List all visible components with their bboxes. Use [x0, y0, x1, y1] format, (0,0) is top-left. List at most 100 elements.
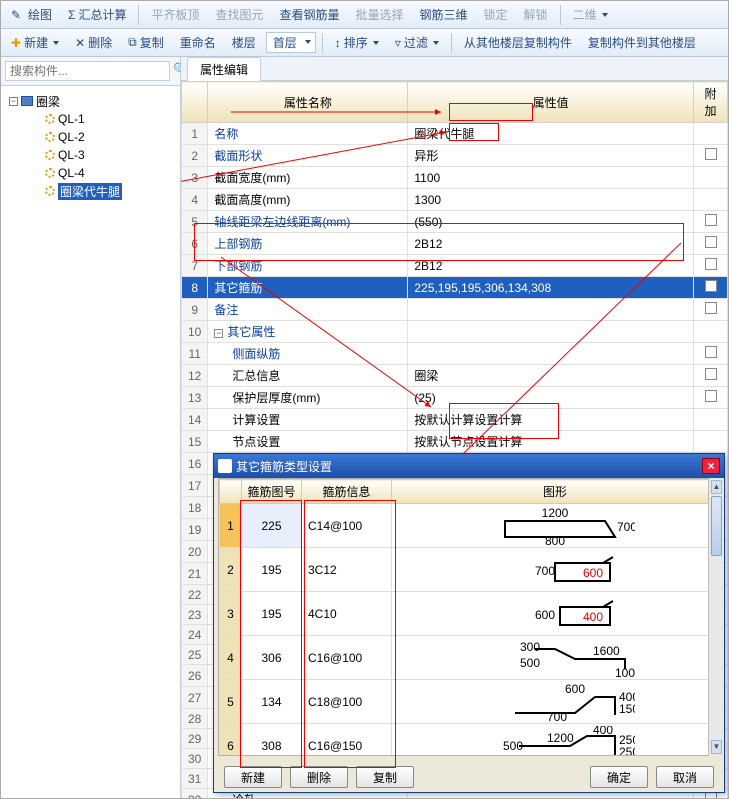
stirrup-info[interactable]: C18@100: [302, 680, 392, 724]
stirrup-no[interactable]: 195: [242, 548, 302, 592]
property-value[interactable]: 2B12: [408, 255, 694, 277]
stirrup-row[interactable]: 4306C16@1003005001600100: [220, 636, 719, 680]
dlg-delete-button[interactable]: 删除: [290, 766, 348, 788]
property-value[interactable]: (550): [408, 211, 694, 233]
close-icon[interactable]: ×: [702, 458, 720, 474]
property-add-checkbox[interactable]: [694, 233, 728, 255]
stirrup-no[interactable]: 195: [242, 592, 302, 636]
property-value[interactable]: 1100: [408, 167, 694, 189]
stirrup-info[interactable]: C16@150: [302, 724, 392, 757]
property-add-checkbox[interactable]: [694, 189, 728, 211]
batch-select-button[interactable]: 批量选择: [350, 4, 410, 25]
filter-button[interactable]: ▿过滤: [389, 32, 445, 53]
floor-select[interactable]: 首层: [266, 32, 316, 53]
property-add-checkbox[interactable]: [694, 299, 728, 321]
property-value[interactable]: 圈梁代牛腿: [408, 123, 694, 145]
property-value[interactable]: 2B12: [408, 233, 694, 255]
property-add-checkbox[interactable]: [694, 343, 728, 365]
stirrup-row[interactable]: 5134C18@100600400150700: [220, 680, 719, 724]
sum-button[interactable]: Σ 汇总计算: [62, 4, 132, 25]
align-button[interactable]: 平齐板顶: [145, 4, 205, 25]
tree-item[interactable]: QL-4: [5, 164, 176, 182]
property-add-checkbox[interactable]: [694, 167, 728, 189]
delete-button[interactable]: ✕删除: [69, 32, 118, 53]
property-value[interactable]: [408, 321, 694, 343]
property-value[interactable]: 225,195,195,306,134,308: [408, 277, 694, 299]
stirrup-no[interactable]: 225: [242, 504, 302, 548]
property-value[interactable]: [408, 343, 694, 365]
property-row[interactable]: 7下部钢筋2B12: [182, 255, 728, 277]
property-row[interactable]: 5轴线距梁左边线距离(mm)(550): [182, 211, 728, 233]
property-value[interactable]: 按默认节点设置计算: [408, 431, 694, 453]
property-row[interactable]: 1名称圈梁代牛腿: [182, 123, 728, 145]
stirrup-info[interactable]: 3C12: [302, 548, 392, 592]
stirrup-info[interactable]: C16@100: [302, 636, 392, 680]
rename-button[interactable]: 重命名: [174, 32, 222, 53]
stirrup-info[interactable]: C14@100: [302, 504, 392, 548]
stirrup-info[interactable]: 4C10: [302, 592, 392, 636]
stirrup-no[interactable]: 134: [242, 680, 302, 724]
dialog-scrollbar[interactable]: ▲ ▼: [708, 478, 724, 756]
scroll-down-icon[interactable]: ▼: [711, 740, 722, 754]
stirrup-row[interactable]: 1225C14@1001200700800: [220, 504, 719, 548]
tree-item[interactable]: 圈梁代牛腿: [5, 182, 176, 200]
property-add-checkbox[interactable]: [694, 211, 728, 233]
property-row[interactable]: 4截面高度(mm)1300: [182, 189, 728, 211]
copy-to-floor-button[interactable]: 复制构件到其他楼层: [582, 32, 702, 53]
stirrup-no[interactable]: 306: [242, 636, 302, 680]
stirrup-row[interactable]: 21953C12700600: [220, 548, 719, 592]
property-row[interactable]: 13保护层厚度(mm)(25): [182, 387, 728, 409]
unlock-button[interactable]: 解锁: [518, 4, 554, 25]
dlg-ok-button[interactable]: 确定: [590, 766, 648, 788]
property-add-checkbox[interactable]: [694, 277, 728, 299]
property-row[interactable]: 10−其它属性: [182, 321, 728, 343]
property-value[interactable]: (25): [408, 387, 694, 409]
2d-button[interactable]: 二维: [567, 4, 614, 25]
dialog-titlebar[interactable]: 其它箍筋类型设置 ×: [214, 454, 724, 478]
collapse-icon[interactable]: −: [9, 97, 18, 106]
copy-from-floor-button[interactable]: 从其他楼层复制构件: [458, 32, 578, 53]
property-add-checkbox[interactable]: [694, 387, 728, 409]
property-row[interactable]: 3截面宽度(mm)1100: [182, 167, 728, 189]
scroll-up-icon[interactable]: ▲: [711, 480, 722, 494]
dlg-cancel-button[interactable]: 取消: [656, 766, 714, 788]
property-row[interactable]: 12汇总信息圈梁: [182, 365, 728, 387]
property-add-checkbox[interactable]: [694, 123, 728, 145]
property-row[interactable]: 14计算设置按默认计算设置计算: [182, 409, 728, 431]
rebar-qty-button[interactable]: 查看钢筋量: [273, 4, 345, 25]
dlg-copy-button[interactable]: 复制: [356, 766, 414, 788]
property-add-checkbox[interactable]: [694, 431, 728, 453]
lock-button[interactable]: 锁定: [478, 4, 514, 25]
search-input[interactable]: [5, 61, 170, 81]
stirrup-row[interactable]: 31954C10600400: [220, 592, 719, 636]
property-row[interactable]: 11侧面纵筋: [182, 343, 728, 365]
rebar-3d-button[interactable]: 钢筋三维: [414, 4, 474, 25]
tab-properties[interactable]: 属性编辑: [187, 57, 261, 81]
tree-item[interactable]: QL-1: [5, 110, 176, 128]
property-add-checkbox[interactable]: [694, 365, 728, 387]
property-add-checkbox[interactable]: [694, 409, 728, 431]
scroll-thumb[interactable]: [711, 496, 722, 556]
tree-root[interactable]: − 圈梁: [5, 92, 176, 110]
copy-button[interactable]: ⧉复制: [122, 32, 170, 53]
dlg-new-button[interactable]: 新建: [224, 766, 282, 788]
stirrup-no[interactable]: 308: [242, 724, 302, 757]
property-add-checkbox[interactable]: [694, 145, 728, 167]
draw-button[interactable]: ✎绘图: [5, 4, 58, 25]
find-element-button[interactable]: 查找图元: [209, 4, 269, 25]
component-tree[interactable]: − 圈梁 QL-1QL-2QL-3QL-4圈梁代牛腿: [1, 86, 180, 798]
property-value[interactable]: 圈梁: [408, 365, 694, 387]
property-row[interactable]: 2截面形状异形: [182, 145, 728, 167]
tree-item[interactable]: QL-2: [5, 128, 176, 146]
property-add-checkbox[interactable]: [694, 321, 728, 343]
stirrup-row[interactable]: 6308C16@1505001200400250250300: [220, 724, 719, 757]
tree-item[interactable]: QL-3: [5, 146, 176, 164]
property-value[interactable]: [408, 299, 694, 321]
property-row[interactable]: 8其它箍筋225,195,195,306,134,308: [182, 277, 728, 299]
property-add-checkbox[interactable]: [694, 255, 728, 277]
property-value[interactable]: 按默认计算设置计算: [408, 409, 694, 431]
property-value[interactable]: 1300: [408, 189, 694, 211]
property-value[interactable]: 异形: [408, 145, 694, 167]
property-row[interactable]: 9备注: [182, 299, 728, 321]
sort-button[interactable]: ↕排序: [329, 32, 385, 53]
